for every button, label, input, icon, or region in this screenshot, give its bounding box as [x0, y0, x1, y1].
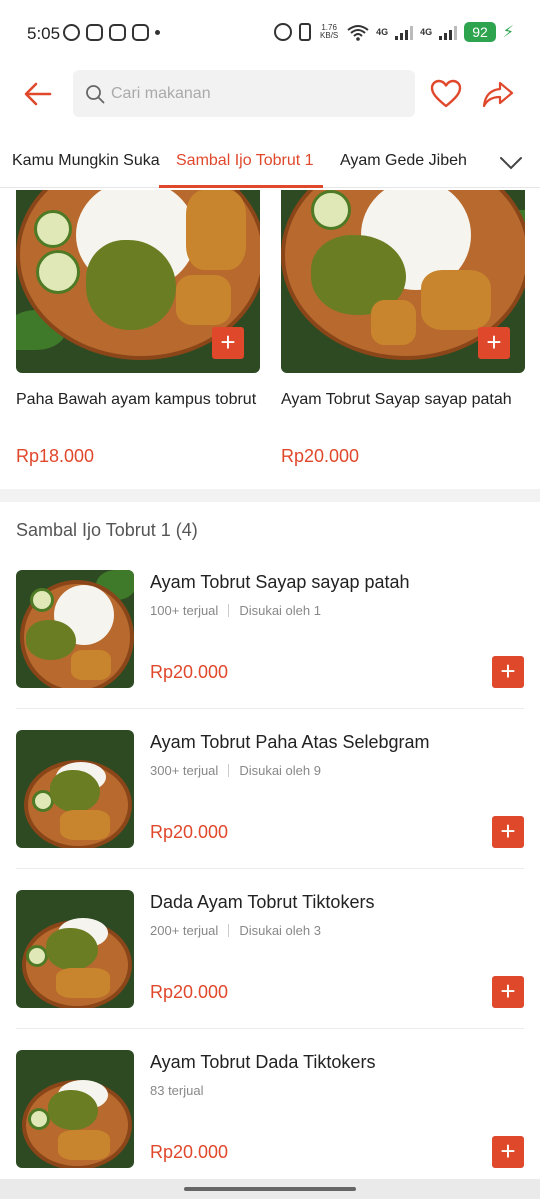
sold-count: 200+ terjual	[150, 923, 219, 938]
heart-icon[interactable]	[430, 78, 462, 110]
sold-count: 100+ terjual	[150, 603, 219, 618]
search-icon	[86, 84, 105, 103]
product-meta: 200+ terjual Disukai oleh 3	[150, 923, 321, 938]
tab-kamu-mungkin-suka[interactable]: Kamu Mungkin Suka	[12, 138, 160, 188]
share-icon[interactable]	[482, 78, 514, 110]
network-type-2: 4G	[420, 27, 433, 37]
notification-icons	[63, 24, 160, 41]
section-title: Sambal Ijo Tobrut 1 (4)	[16, 520, 198, 540]
home-gesture-handle[interactable]	[184, 1187, 356, 1191]
product-name[interactable]: Paha Bawah ayam kampus tobrut	[16, 391, 256, 409]
active-tab-indicator	[159, 185, 323, 188]
sold-count: 83 terjual	[150, 1083, 204, 1098]
product-price: Rp20.000	[150, 1142, 229, 1162]
add-button[interactable]: +	[478, 327, 510, 359]
category-tabs: Kamu Mungkin Suka Sambal Ijo Tobrut 1 Ay…	[0, 138, 540, 188]
meta-separator	[228, 764, 230, 777]
chat-icon	[109, 24, 126, 41]
item-divider	[16, 708, 524, 709]
status-bar: 5:05 1.76 KB/S 4G 4G 92 ⚡	[0, 0, 540, 70]
add-button[interactable]: +	[212, 327, 244, 359]
more-notifications-icon	[155, 30, 160, 35]
sold-count: 300+ terjual	[150, 763, 219, 778]
tab-sambal-ijo-tobrut-1[interactable]: Sambal Ijo Tobrut 1	[176, 138, 314, 188]
add-button[interactable]: +	[492, 976, 524, 1008]
product-meta: 100+ terjual Disukai oleh 1	[150, 603, 321, 618]
add-button[interactable]: +	[492, 1136, 524, 1168]
header: Cari makanan	[0, 70, 540, 118]
product-price: Rp18.000	[16, 446, 95, 466]
meta-separator	[228, 604, 230, 617]
meta-separator	[228, 924, 230, 937]
search-placeholder: Cari makanan	[111, 84, 211, 102]
add-button[interactable]: +	[492, 656, 524, 688]
food-image[interactable]	[16, 730, 134, 848]
food-image[interactable]	[16, 1050, 134, 1168]
signal-icon-1	[395, 24, 414, 40]
product-name[interactable]: Ayam Tobrut Sayap sayap patah	[150, 572, 410, 593]
vibrate-icon	[299, 23, 312, 41]
status-time: 5:05	[27, 24, 61, 43]
product-price: Rp20.000	[150, 822, 229, 842]
add-button[interactable]: +	[492, 816, 524, 848]
tab-ayam-gede-jibeh[interactable]: Ayam Gede Jibeh	[340, 138, 467, 188]
charging-icon: ⚡	[502, 24, 514, 41]
product-meta: 83 terjual	[150, 1083, 203, 1098]
chevron-down-icon[interactable]	[498, 150, 524, 176]
item-divider	[16, 1028, 524, 1029]
network-type-1: 4G	[376, 27, 389, 37]
product-name[interactable]: Ayam Tobrut Dada Tiktokers	[150, 1052, 375, 1073]
back-arrow-icon[interactable]	[22, 78, 54, 110]
like-count: Disukai oleh 1	[239, 603, 321, 618]
search-input[interactable]: Cari makanan	[73, 70, 415, 117]
food-image[interactable]	[16, 570, 134, 688]
product-name[interactable]: Ayam Tobrut Sayap sayap patah	[281, 391, 512, 409]
whatsapp-icon	[63, 24, 80, 41]
product-price: Rp20.000	[150, 662, 229, 682]
product-name[interactable]: Dada Ayam Tobrut Tiktokers	[150, 892, 374, 913]
instagram-icon	[86, 24, 103, 41]
system-navigation-bar	[0, 1179, 540, 1199]
food-image[interactable]	[16, 890, 134, 1008]
product-price: Rp20.000	[150, 982, 229, 1002]
like-count: Disukai oleh 3	[239, 923, 321, 938]
system-icons: 1.76 KB/S 4G 4G 92 ⚡	[274, 22, 514, 42]
product-price: Rp20.000	[281, 446, 360, 466]
signal-icon-2	[439, 24, 458, 40]
product-name[interactable]: Ayam Tobrut Paha Atas Selebgram	[150, 732, 430, 753]
item-divider	[16, 868, 524, 869]
section-divider	[0, 489, 540, 502]
product-meta: 300+ terjual Disukai oleh 9	[150, 763, 321, 778]
alarm-icon	[274, 23, 293, 41]
wifi-icon	[347, 25, 369, 41]
like-count: Disukai oleh 9	[239, 763, 321, 778]
network-speed: 1.76 KB/S	[320, 23, 339, 40]
youtube-icon	[132, 24, 149, 41]
battery-level: 92	[464, 22, 496, 42]
